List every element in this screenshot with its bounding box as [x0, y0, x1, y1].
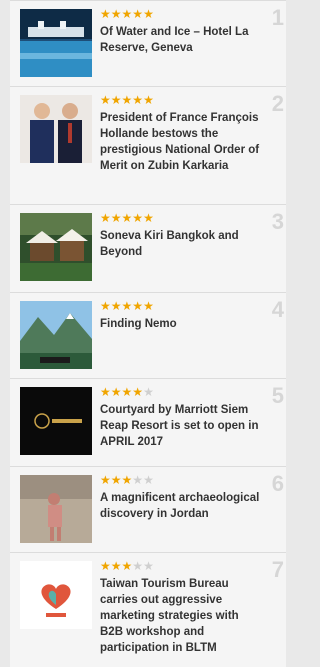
star-filled-icon: ★ [100, 211, 111, 225]
article-title-link[interactable]: Soneva Kiri Bangkok and Beyond [100, 228, 264, 260]
star-filled-icon: ★ [121, 211, 133, 225]
pool-icon [20, 9, 92, 77]
logo-dark-icon [20, 387, 92, 455]
article-title-link[interactable]: Finding Nemo [100, 316, 264, 332]
star-filled-icon: ★ [100, 93, 111, 107]
star-filled-icon: ★ [100, 299, 111, 313]
star-filled-icon: ★ [110, 559, 122, 573]
people-icon [20, 95, 92, 163]
star-filled-icon: ★ [121, 93, 133, 107]
thumbnail[interactable] [20, 213, 92, 281]
rank-number: 3 [271, 209, 284, 234]
star-filled-icon: ★ [121, 559, 133, 573]
rating-stars: ★★★★★ [100, 300, 154, 312]
star-filled-icon: ★ [132, 211, 144, 225]
ruins-icon [20, 475, 92, 543]
star-filled-icon: ★ [100, 7, 111, 21]
star-filled-icon: ★ [143, 211, 154, 225]
star-filled-icon: ★ [121, 473, 133, 487]
star-empty-icon: ★ [132, 559, 144, 573]
thumbnail[interactable] [20, 95, 92, 163]
thumbnail[interactable] [20, 475, 92, 543]
star-filled-icon: ★ [121, 385, 133, 399]
list-item[interactable]: ★★★★★ Finding Nemo 4 [10, 292, 286, 378]
rating-stars: ★★★★★ [100, 474, 154, 486]
rating-stars: ★★★★★ [100, 560, 154, 572]
heart-logo-icon [20, 561, 92, 629]
star-filled-icon: ★ [110, 473, 122, 487]
thumbnail[interactable] [20, 9, 92, 77]
star-empty-icon: ★ [143, 473, 154, 487]
list-item[interactable]: ★★★★★ Of Water and Ice – Hotel La Reserv… [10, 0, 286, 86]
star-empty-icon: ★ [132, 473, 144, 487]
list-item[interactable]: ★★★★★ President of France François Holla… [10, 86, 286, 204]
star-empty-icon: ★ [143, 559, 154, 573]
star-filled-icon: ★ [132, 93, 144, 107]
star-filled-icon: ★ [143, 93, 154, 107]
thumbnail[interactable] [20, 301, 92, 369]
rating-stars: ★★★★★ [100, 386, 154, 398]
star-filled-icon: ★ [143, 299, 154, 313]
list-item[interactable]: ★★★★★ A magnificent archaeological disco… [10, 466, 286, 552]
mountain-icon [20, 301, 92, 369]
rating-stars: ★★★★★ [100, 94, 154, 106]
article-title-link[interactable]: A magnificent archaeological discovery i… [100, 490, 264, 522]
star-filled-icon: ★ [132, 7, 144, 21]
rank-number: 2 [271, 91, 284, 116]
star-filled-icon: ★ [110, 93, 122, 107]
list-item[interactable]: ★★★★★ Soneva Kiri Bangkok and Beyond 3 [10, 204, 286, 292]
star-filled-icon: ★ [132, 299, 144, 313]
article-title-link[interactable]: Of Water and Ice – Hotel La Reserve, Gen… [100, 24, 264, 56]
popular-posts-list: ★★★★★ Of Water and Ice – Hotel La Reserv… [0, 0, 286, 667]
star-filled-icon: ★ [100, 559, 111, 573]
star-filled-icon: ★ [121, 7, 133, 21]
rank-number: 5 [271, 383, 284, 408]
star-filled-icon: ★ [100, 473, 111, 487]
star-filled-icon: ★ [110, 211, 122, 225]
rating-stars: ★★★★★ [100, 8, 154, 20]
thumbnail[interactable] [20, 387, 92, 455]
rank-number: 6 [271, 471, 284, 496]
cabana-icon [20, 213, 92, 281]
rank-number: 1 [271, 5, 284, 30]
thumbnail[interactable] [20, 561, 92, 629]
star-filled-icon: ★ [110, 7, 122, 21]
list-item[interactable]: ★★★★★ Taiwan Tourism Bureau carries out … [10, 552, 286, 667]
rating-stars: ★★★★★ [100, 212, 154, 224]
article-title-link[interactable]: President of France François Hollande be… [100, 110, 264, 174]
star-filled-icon: ★ [110, 385, 122, 399]
rank-number: 4 [271, 297, 284, 322]
list-item[interactable]: ★★★★★ Courtyard by Marriott Siem Reap Re… [10, 378, 286, 466]
star-filled-icon: ★ [143, 7, 154, 21]
star-filled-icon: ★ [100, 385, 111, 399]
star-filled-icon: ★ [121, 299, 133, 313]
star-empty-icon: ★ [143, 385, 154, 399]
rank-number: 7 [271, 557, 284, 582]
star-filled-icon: ★ [110, 299, 122, 313]
article-title-link[interactable]: Courtyard by Marriott Siem Reap Resort i… [100, 402, 264, 450]
star-filled-icon: ★ [132, 385, 144, 399]
article-title-link[interactable]: Taiwan Tourism Bureau carries out aggres… [100, 576, 264, 656]
